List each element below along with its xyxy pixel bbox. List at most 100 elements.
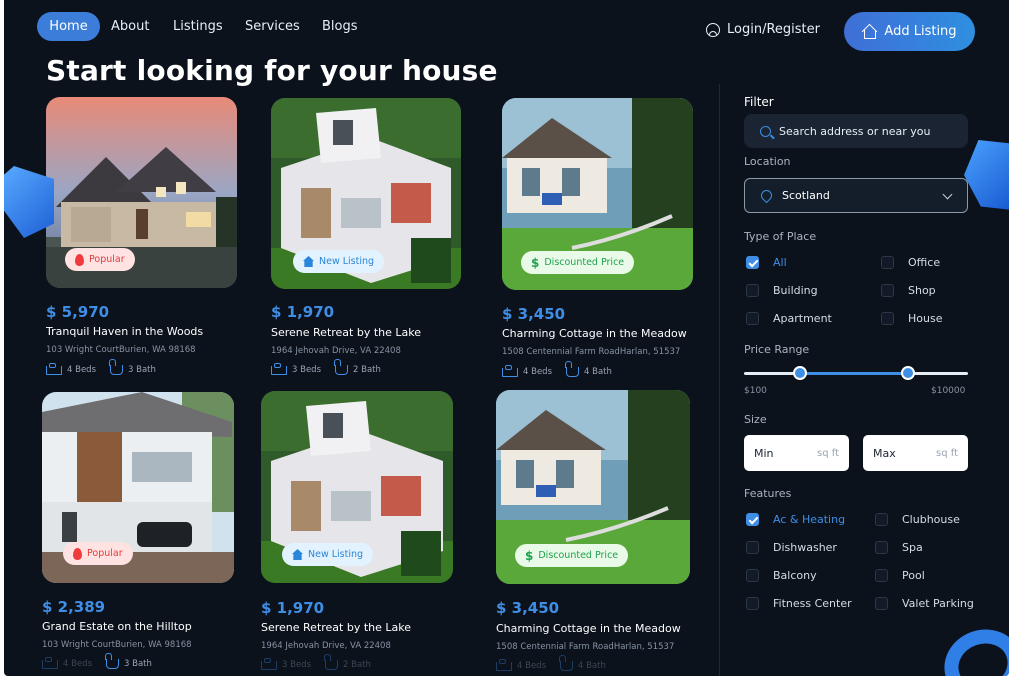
feature-label: Ac & Heating <box>773 513 846 526</box>
nav-services[interactable]: Services <box>245 19 300 34</box>
size-unit: sq ft <box>935 447 958 459</box>
search-placeholder: Search address or near you <box>779 124 931 138</box>
type-of-place-label: Type of Place <box>744 230 817 243</box>
checkbox[interactable] <box>746 597 759 610</box>
listing-features: 4 Beds 4 Bath <box>502 361 612 377</box>
beds-count: 3 Beds <box>282 660 311 670</box>
listing-price: $ 3,450 <box>502 305 566 323</box>
dollar-icon: $ <box>531 255 540 270</box>
listing-address: 1508 Centennial Farm RoadHarlan, 51537 <box>502 347 681 357</box>
nav-home[interactable]: Home <box>37 12 100 41</box>
filter-title: Filter <box>744 95 774 109</box>
login-register-link[interactable]: Login/Register <box>706 22 820 37</box>
home-icon <box>292 549 303 560</box>
price-max-handle[interactable] <box>901 366 915 380</box>
checkbox[interactable] <box>875 597 888 610</box>
bath-icon <box>109 359 123 375</box>
checkbox-checked[interactable] <box>746 256 759 269</box>
checkbox[interactable] <box>875 569 888 582</box>
checkbox[interactable] <box>875 541 888 554</box>
feature-ac-checkbox[interactable]: Ac & Heating <box>746 513 845 526</box>
type-apartment-checkbox[interactable]: Apartment <box>746 312 832 325</box>
listing-name[interactable]: Serene Retreat by the Lake <box>271 326 421 339</box>
listing-name[interactable]: Charming Cottage in the Meadow <box>502 327 687 340</box>
listing-name[interactable]: Grand Estate on the Hilltop <box>42 620 192 633</box>
bath-count: 2 Bath <box>343 660 371 670</box>
decorative-gem-shape <box>4 166 54 238</box>
beds-count: 4 Beds <box>517 661 546 671</box>
listing-name[interactable]: Serene Retreat by the Lake <box>261 621 411 634</box>
badge-label: New Listing <box>308 549 364 560</box>
add-listing-label: Add Listing <box>884 24 957 39</box>
bed-icon <box>46 362 62 375</box>
badge-label: New Listing <box>319 256 375 267</box>
checkbox[interactable] <box>881 284 894 297</box>
listing-price: $ 2,389 <box>42 598 106 616</box>
size-max-input[interactable]: Max sq ft <box>863 435 968 471</box>
listing-address: 1508 Centennial Farm RoadHarlan, 51537 <box>496 642 675 652</box>
checkbox[interactable] <box>746 284 759 297</box>
location-pin-icon <box>758 187 775 204</box>
app-window: Home About Listings Services Blogs Login… <box>4 0 1009 676</box>
listing-price: $ 1,970 <box>271 303 335 321</box>
search-icon <box>760 125 771 137</box>
listing-name[interactable]: Tranquil Haven in the Woods <box>46 325 203 338</box>
nav-about[interactable]: About <box>111 19 149 34</box>
type-label: All <box>773 256 787 269</box>
feature-fitness-checkbox[interactable]: Fitness Center <box>746 597 852 610</box>
type-all-checkbox[interactable]: All <box>746 256 787 269</box>
location-select[interactable]: Scotland <box>744 178 968 213</box>
bath-count: 2 Bath <box>353 365 381 375</box>
nav-listings[interactable]: Listings <box>173 19 223 34</box>
type-office-checkbox[interactable]: Office <box>881 256 940 269</box>
badge-label: Popular <box>89 254 125 265</box>
listing-name[interactable]: Charming Cottage in the Meadow <box>496 622 681 635</box>
beds-count: 4 Beds <box>63 659 92 669</box>
bed-icon <box>261 657 277 670</box>
listing-address: 103 Wright CourtBurien, WA 98168 <box>46 345 196 355</box>
checkbox[interactable] <box>881 312 894 325</box>
checkbox-checked[interactable] <box>746 513 759 526</box>
popular-badge: Popular <box>65 248 135 271</box>
beds-count: 4 Beds <box>523 367 552 377</box>
checkbox[interactable] <box>875 513 888 526</box>
feature-balcony-checkbox[interactable]: Balcony <box>746 569 817 582</box>
discounted-badge: $ Discounted Price <box>521 251 635 274</box>
nav-blogs[interactable]: Blogs <box>322 19 358 34</box>
bath-icon <box>559 655 573 671</box>
price-range-fill <box>800 372 908 375</box>
bath-count: 3 Bath <box>128 365 156 375</box>
flame-icon <box>75 253 84 266</box>
feature-label: Balcony <box>773 569 817 582</box>
nav-home-label: Home <box>49 19 88 34</box>
bath-count: 4 Bath <box>578 661 606 671</box>
feature-valet-checkbox[interactable]: Valet Parking <box>875 597 974 610</box>
feature-label: Dishwasher <box>773 541 837 554</box>
bath-icon <box>334 359 348 375</box>
size-min-input[interactable]: Min sq ft <box>744 435 849 471</box>
listing-address: 103 Wright CourtBurien, WA 98168 <box>42 640 192 650</box>
bed-icon <box>496 658 512 671</box>
checkbox[interactable] <box>881 256 894 269</box>
feature-clubhouse-checkbox[interactable]: Clubhouse <box>875 513 960 526</box>
chevron-down-icon <box>942 189 953 200</box>
feature-dishwasher-checkbox[interactable]: Dishwasher <box>746 541 837 554</box>
type-building-checkbox[interactable]: Building <box>746 284 818 297</box>
search-input[interactable]: Search address or near you <box>744 114 968 148</box>
panel-divider <box>719 84 720 676</box>
price-min-label: $100 <box>744 386 767 396</box>
feature-spa-checkbox[interactable]: Spa <box>875 541 923 554</box>
checkbox[interactable] <box>746 541 759 554</box>
beds-count: 4 Beds <box>67 365 96 375</box>
type-shop-checkbox[interactable]: Shop <box>881 284 936 297</box>
feature-pool-checkbox[interactable]: Pool <box>875 569 925 582</box>
badge-label: Discounted Price <box>538 550 619 561</box>
checkbox[interactable] <box>746 312 759 325</box>
price-min-handle[interactable] <box>793 366 807 380</box>
login-label: Login/Register <box>727 22 820 37</box>
type-house-checkbox[interactable]: House <box>881 312 942 325</box>
add-listing-button[interactable]: Add Listing <box>844 12 975 51</box>
listing-address: 1964 Jehovah Drive, VA 22408 <box>271 346 401 356</box>
feature-label: Clubhouse <box>902 513 960 526</box>
checkbox[interactable] <box>746 569 759 582</box>
